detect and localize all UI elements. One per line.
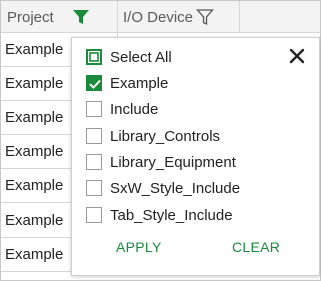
checkbox-unchecked-icon[interactable] (86, 180, 102, 196)
filter-option-example[interactable]: Example (86, 73, 168, 93)
filter-option-tab-style-include[interactable]: Tab_Style_Include (86, 205, 233, 225)
checkbox-unchecked-icon[interactable] (86, 101, 102, 117)
column-header-io-device-label: I/O Device (123, 8, 194, 26)
filter-option-sxw-style-include[interactable]: SxW_Style_Include (86, 178, 240, 198)
filter-option-library-controls[interactable]: Library_Controls (86, 126, 220, 146)
column-header-project-label: Project (7, 8, 54, 26)
checkbox-unchecked-icon[interactable] (86, 207, 102, 223)
filter-option-label: SxW_Style_Include (110, 179, 241, 197)
cell-project: Example (5, 211, 64, 229)
column-header-project[interactable]: Project (1, 1, 118, 33)
close-icon[interactable] (288, 47, 306, 65)
filter-option-library-equipment[interactable]: Library_Equipment (86, 152, 236, 172)
cell-project: Example (5, 177, 64, 195)
cell-project: Example (5, 75, 64, 93)
column-header-io-device[interactable]: I/O Device (118, 1, 240, 33)
select-all-indeterminate-icon[interactable] (86, 49, 102, 65)
cell-project: Example (5, 245, 64, 263)
select-all-label: Select All (110, 48, 172, 66)
filter-option-include[interactable]: Include (86, 99, 158, 119)
select-all-checkbox[interactable]: Select All (86, 47, 172, 67)
filter-active-icon[interactable] (72, 8, 90, 26)
filter-option-label: Library_Equipment (110, 153, 236, 171)
cell-project: Example (5, 143, 64, 161)
filter-popup: Select All Example Include Library_Contr… (71, 37, 320, 276)
filter-icon[interactable] (196, 8, 214, 26)
checkbox-checked-icon[interactable] (86, 75, 102, 91)
filter-option-label: Include (110, 100, 159, 118)
checkbox-unchecked-icon[interactable] (86, 154, 102, 170)
clear-button[interactable]: CLEAR (232, 239, 280, 255)
checkbox-unchecked-icon[interactable] (86, 128, 102, 144)
filter-option-label: Tab_Style_Include (110, 206, 233, 224)
apply-button[interactable]: APPLY (116, 239, 162, 255)
grid-header: Project I/O Device (1, 1, 320, 33)
filter-option-label: Library_Controls (110, 127, 221, 145)
cell-project: Example (5, 41, 64, 59)
cell-project: Example (5, 109, 64, 127)
filter-option-label: Example (110, 74, 169, 92)
